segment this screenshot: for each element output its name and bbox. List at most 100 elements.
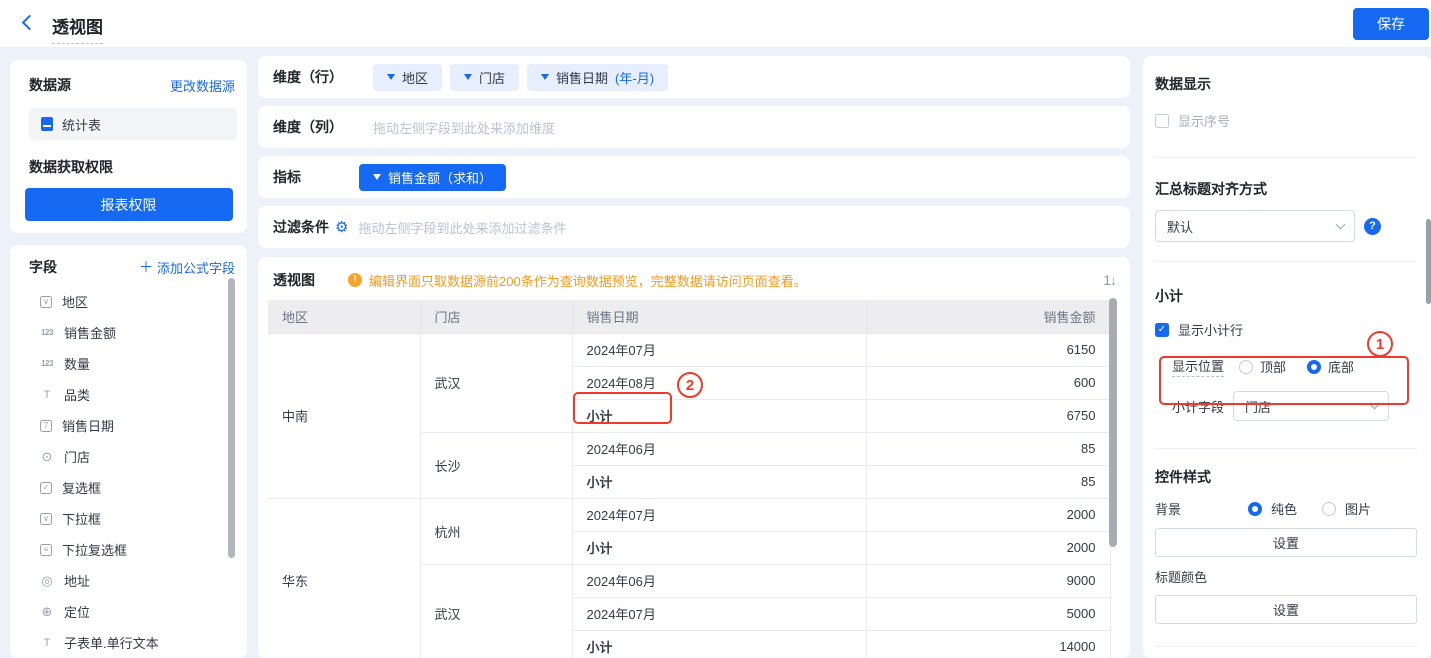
widget-style-title: 控件样式 (1155, 467, 1417, 487)
column-header-date: 销售日期 (572, 300, 866, 333)
dimension-chip-region[interactable]: 地区 (373, 64, 442, 91)
help-icon[interactable]: ? (1364, 218, 1381, 235)
field-item[interactable]: T品类 (10, 379, 247, 410)
text-field-icon: T (40, 388, 54, 402)
page-title: 透视图 (52, 13, 103, 44)
report-permission-button[interactable]: 报表权限 (25, 188, 233, 221)
field-item[interactable]: ∨地区 (10, 286, 247, 317)
top-bar: 透视图 保存 (0, 0, 1431, 48)
chevron-down-icon (1336, 219, 1346, 229)
datasource-item[interactable]: 统计表 (29, 108, 237, 140)
metric-chip-sales-sum[interactable]: 销售金额（求和） (359, 164, 506, 191)
metric-label: 指标 (273, 167, 301, 187)
gear-icon[interactable]: ⚙ (335, 220, 348, 235)
summary-align-title: 汇总标题对齐方式 (1155, 179, 1417, 199)
amount-cell: 85 (866, 432, 1110, 465)
chevron-down-icon (1370, 399, 1380, 409)
summary-align-select[interactable]: 默认 (1155, 210, 1355, 242)
field-item[interactable]: 123销售金额 (10, 317, 247, 348)
field-item[interactable]: 7销售日期 (10, 410, 247, 441)
change-datasource-link[interactable]: 更改数据源 (170, 76, 235, 95)
store-cell: 武汉 (420, 564, 572, 658)
column-dimension-placeholder: 拖动左侧字段到此处来添加维度 (373, 118, 555, 137)
radio-field-icon: ⊙ (40, 450, 54, 464)
store-cell: 武汉 (420, 333, 572, 432)
date-cell: 2024年06月 (572, 564, 866, 597)
bg-solid-radio[interactable] (1248, 502, 1262, 516)
sheet-icon (41, 117, 53, 131)
amount-cell: 6750 (866, 399, 1110, 432)
column-header-region: 地区 (268, 300, 420, 333)
dimension-chip-sale-date[interactable]: 销售日期 (年-月) (527, 64, 668, 91)
field-item[interactable]: T子表单.单行文本 (10, 627, 247, 658)
pivot-header-row: 地区 门店 销售日期 销售金额 (268, 300, 1110, 333)
data-display-title: 数据显示 (1155, 74, 1417, 94)
table-scrollbar[interactable] (1109, 298, 1117, 547)
field-item[interactable]: ⊕定位 (10, 596, 247, 627)
show-subtotal-checkbox[interactable]: ✓ (1155, 323, 1169, 337)
subtotal-cell: 小计 (572, 465, 866, 498)
position-bottom-radio[interactable] (1307, 360, 1321, 374)
bg-image-radio[interactable] (1322, 502, 1336, 516)
title-color-setting-button[interactable]: 设置 (1155, 595, 1417, 624)
column-dimension-label: 维度（列） (273, 117, 343, 137)
chevron-down-icon (373, 174, 381, 180)
field-item[interactable]: ∨下拉框 (10, 503, 247, 534)
amount-cell: 85 (866, 465, 1110, 498)
back-icon[interactable] (22, 15, 38, 31)
text-field-icon: T (40, 636, 54, 650)
bg-solid-label: 纯色 (1271, 499, 1297, 518)
add-formula-field-link[interactable]: ＋ 添加公式字段 (139, 258, 235, 277)
divider (1155, 261, 1417, 262)
region-cell: 中南 (268, 333, 420, 498)
divider (1155, 448, 1417, 449)
dimension-chip-store[interactable]: 门店 (450, 64, 519, 91)
amount-cell: 9000 (866, 564, 1110, 597)
datasource-card: 数据源 更改数据源 统计表 数据获取权限 报表权限 (10, 60, 247, 233)
permission-title: 数据获取权限 (10, 140, 247, 177)
pivot-table: 地区 门店 销售日期 销售金额 中南 武汉 2024年07月 6150 2024… (268, 300, 1111, 658)
column-header-amount: 销售金额 (866, 300, 1110, 333)
save-button[interactable]: 保存 (1353, 8, 1429, 40)
add-formula-field-label: 添加公式字段 (157, 258, 235, 277)
number-field-icon: 123 (40, 326, 54, 340)
field-item[interactable]: 123数量 (10, 348, 247, 379)
sidebar-scrollbar[interactable] (228, 278, 235, 558)
field-item[interactable]: ◎地址 (10, 565, 247, 596)
sort-icon[interactable]: 1↓ (1103, 272, 1116, 288)
position-bottom-label: 底部 (1328, 357, 1354, 376)
amount-cell: 2000 (866, 531, 1110, 564)
amount-cell: 14000 (866, 630, 1110, 658)
column-header-store: 门店 (420, 300, 572, 333)
preview-warning: ! 编辑界面只取数据源前200条作为查询数据预览，完整数据请访问页面查看。 (348, 271, 807, 290)
show-index-checkbox[interactable] (1155, 114, 1169, 128)
address-field-icon: ◎ (40, 574, 54, 588)
position-top-radio[interactable] (1239, 360, 1253, 374)
subtotal-field-value: 门店 (1245, 397, 1271, 416)
show-subtotal-label: 显示小计行 (1178, 320, 1243, 339)
warning-text: 编辑界面只取数据源前200条作为查询数据预览，完整数据请访问页面查看。 (369, 271, 807, 290)
checkbox-field-icon: ✓ (40, 482, 52, 494)
panel-scrollbar[interactable] (1426, 219, 1431, 304)
location-field-icon: ⊕ (40, 605, 54, 619)
title-color-label: 标题颜色 (1155, 567, 1417, 586)
amount-cell: 5000 (866, 597, 1110, 630)
field-list: ∨地区 123销售金额 123数量 T品类 7销售日期 ⊙门店 ✓复选框 ∨下拉… (10, 286, 247, 658)
pivot-title: 透视图 (273, 270, 315, 290)
field-item[interactable]: ≡下拉复选框 (10, 534, 247, 565)
subtotal-field-label: 小计字段 (1172, 397, 1224, 416)
date-cell: 2024年08月 (572, 366, 866, 399)
subtotal-cell: 小计 (572, 630, 866, 658)
subtotal-field-select[interactable]: 门店 (1233, 391, 1389, 421)
date-cell: 2024年07月 (572, 498, 866, 531)
amount-cell: 6150 (866, 333, 1110, 366)
chevron-down-icon (387, 74, 395, 80)
background-setting-button[interactable]: 设置 (1155, 528, 1417, 557)
field-item[interactable]: ✓复选框 (10, 472, 247, 503)
show-index-label: 显示序号 (1178, 111, 1230, 130)
filter-placeholder: 拖动左侧字段到此处来添加过滤条件 (358, 218, 566, 237)
filter-bar[interactable]: 过滤条件 ⚙ 拖动左侧字段到此处来添加过滤条件 (258, 206, 1130, 248)
plus-icon: ＋ (139, 260, 153, 274)
column-dimension-bar[interactable]: 维度（列） 拖动左侧字段到此处来添加维度 (258, 106, 1130, 148)
field-item[interactable]: ⊙门店 (10, 441, 247, 472)
